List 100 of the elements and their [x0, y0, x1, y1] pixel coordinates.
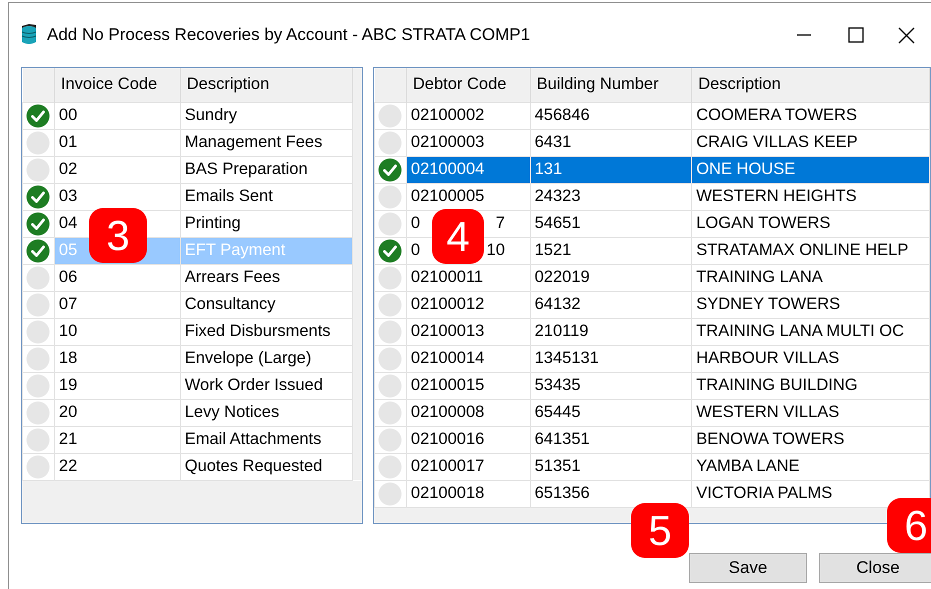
unchecked-icon[interactable]	[378, 428, 402, 452]
unchecked-icon[interactable]	[26, 320, 50, 344]
table-cell: 641351	[530, 426, 692, 453]
table-cell: 131	[530, 156, 692, 183]
table-cell: CRAIG VILLAS KEEP	[692, 129, 930, 156]
table-cell: TRAINING BUILDING	[692, 372, 930, 399]
table-cell: Fixed Disbursments	[180, 318, 352, 345]
unchecked-icon[interactable]	[378, 400, 402, 424]
unchecked-icon[interactable]	[378, 266, 402, 290]
table-cell: 02100015	[406, 372, 530, 399]
checked-icon[interactable]	[378, 158, 402, 182]
unchecked-icon[interactable]	[378, 374, 402, 398]
dialog-button[interactable]: Close	[819, 553, 931, 583]
table-cell: Envelope (Large)	[180, 345, 352, 372]
unchecked-icon[interactable]	[378, 184, 402, 208]
app-icon	[19, 24, 39, 46]
unchecked-icon[interactable]	[26, 266, 50, 290]
close-icon[interactable]	[898, 26, 915, 44]
table-cell: 651356	[530, 480, 692, 507]
table-cell-text: 0	[410, 242, 420, 259]
table-cell: YAMBA LANE	[692, 453, 930, 480]
table-cell: 02100012	[406, 291, 530, 318]
table-cell: Arrears Fees	[180, 264, 352, 291]
table-cell: 10	[54, 318, 180, 345]
callout-badge: 3	[89, 208, 147, 263]
column-header[interactable]: Building Number	[530, 68, 692, 102]
table-cell: VICTORIA PALMS	[692, 480, 930, 507]
table-cell: ONE HOUSE	[692, 156, 930, 183]
table-cell: 54651	[530, 210, 692, 237]
table-cell: 022019	[530, 264, 692, 291]
table-cell: EFT Payment	[180, 237, 352, 264]
table-cell: Sundry	[180, 102, 352, 129]
checked-icon[interactable]	[26, 238, 50, 262]
table-cell-text: 0	[410, 215, 420, 232]
table-cell: 64132	[530, 291, 692, 318]
unchecked-icon[interactable]	[26, 292, 50, 316]
table-cell: 456846	[530, 102, 692, 129]
unchecked-icon[interactable]	[378, 104, 402, 128]
table-cell: 07	[54, 291, 180, 318]
table-cell: BENOWA TOWERS	[692, 426, 930, 453]
dialog-button[interactable]: Save	[689, 553, 807, 583]
table-cell: Printing	[180, 210, 352, 237]
table-cell: 02100016	[406, 426, 530, 453]
unchecked-icon[interactable]	[378, 130, 402, 154]
table-cell: LOGAN TOWERS	[692, 210, 930, 237]
unchecked-icon[interactable]	[378, 482, 402, 506]
table-cell: STRATAMAX ONLINE HELP	[692, 237, 930, 264]
unchecked-icon[interactable]	[378, 454, 402, 478]
table-cell: TRAINING LANA MULTI OC	[692, 318, 930, 345]
checked-icon[interactable]	[26, 104, 50, 128]
table-cell: 22	[54, 453, 180, 480]
table-cell: WESTERN VILLAS	[692, 399, 930, 426]
table-cell: 19	[54, 372, 180, 399]
column-header[interactable]: Debtor Code	[406, 68, 530, 102]
table-cell: 02100013	[406, 318, 530, 345]
column-header[interactable]: Description	[692, 68, 930, 102]
table-cell: 24323	[530, 183, 692, 210]
table-cell: BAS Preparation	[180, 156, 352, 183]
table-cell: 02100018	[406, 480, 530, 507]
table-cell: 1345131	[530, 345, 692, 372]
table-cell: 02	[54, 156, 180, 183]
checked-icon[interactable]	[26, 212, 50, 236]
callout-badge: 6	[887, 498, 931, 553]
unchecked-icon[interactable]	[26, 400, 50, 424]
table-cell: 21	[54, 426, 180, 453]
table-cell: Email Attachments	[180, 426, 352, 453]
table-cell: SYDNEY TOWERS	[692, 291, 930, 318]
unchecked-icon[interactable]	[378, 346, 402, 370]
table-cell: Levy Notices	[180, 399, 352, 426]
table-cell: 02100017	[406, 453, 530, 480]
unchecked-icon[interactable]	[26, 374, 50, 398]
table-cell-text: 7	[496, 215, 505, 232]
unchecked-icon[interactable]	[26, 158, 50, 182]
table-cell: 02100014	[406, 345, 530, 372]
column-header[interactable]: Description	[180, 68, 352, 102]
table-cell: 02100002	[406, 102, 530, 129]
checked-icon[interactable]	[378, 238, 402, 262]
unchecked-icon[interactable]	[26, 454, 50, 478]
table-cell: WESTERN HEIGHTS	[692, 183, 930, 210]
maximize-icon[interactable]	[848, 27, 864, 43]
unchecked-icon[interactable]	[378, 320, 402, 344]
table-cell: 06	[54, 264, 180, 291]
table-cell: Management Fees	[180, 129, 352, 156]
table-cell: 01	[54, 129, 180, 156]
unchecked-icon[interactable]	[378, 292, 402, 316]
unchecked-icon[interactable]	[26, 346, 50, 370]
table-cell: 20	[54, 399, 180, 426]
column-header[interactable]: Invoice Code	[54, 68, 180, 102]
table-cell: 02100003	[406, 129, 530, 156]
checked-icon[interactable]	[26, 184, 50, 208]
table-cell: Work Order Issued	[180, 372, 352, 399]
table-cell: 6431	[530, 129, 692, 156]
table-cell: 51351	[530, 453, 692, 480]
unchecked-icon[interactable]	[378, 212, 402, 236]
callout-badge: 5	[631, 503, 689, 558]
unchecked-icon[interactable]	[26, 428, 50, 452]
table-cell: HARBOUR VILLAS	[692, 345, 930, 372]
window-title: Add No Process Recoveries by Account - ABC STRATA COMP1	[47, 24, 530, 46]
table-cell: 18	[54, 345, 180, 372]
unchecked-icon[interactable]	[26, 130, 50, 154]
